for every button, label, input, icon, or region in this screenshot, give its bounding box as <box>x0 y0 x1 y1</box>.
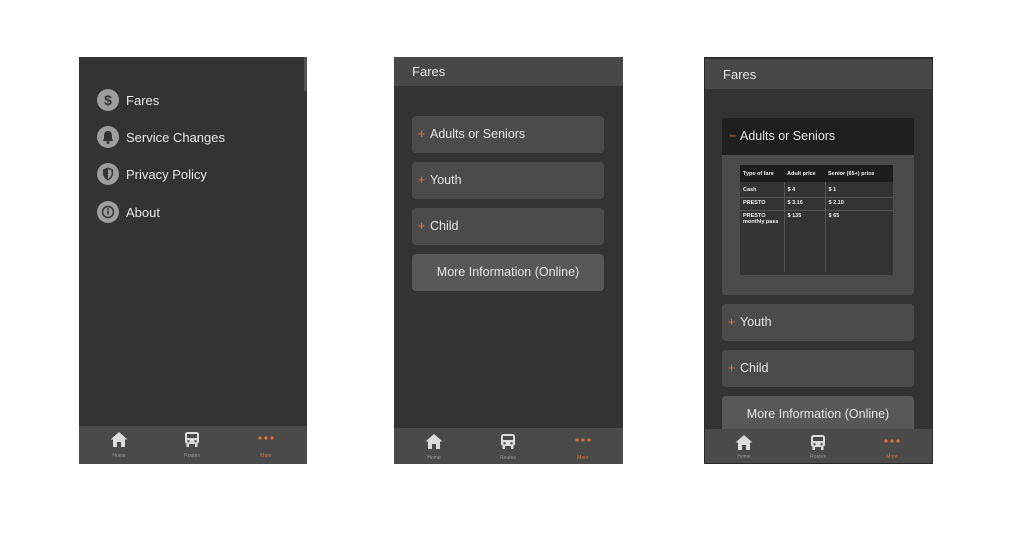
menu-item-label: Service Changes <box>126 130 225 145</box>
fares-table: Type of fare Adult price Senior (65+) pr… <box>740 165 893 272</box>
column-header: Type of fare <box>740 165 784 182</box>
tab-more-label: More <box>577 455 589 461</box>
more-dots-icon <box>575 438 591 442</box>
accordion-header[interactable]: − Adults or Seniors <box>722 118 914 155</box>
tab-routes-label: Routes <box>810 454 826 460</box>
tab-home-label: Home <box>427 455 441 461</box>
tab-home-label: Home <box>737 454 751 460</box>
table-cell: $ 65 <box>828 213 840 219</box>
fares-expanded-screen: Fares − Adults or Seniors Type of fare A… <box>704 57 933 464</box>
accordion-adults-or-seniors[interactable]: + Adults or Seniors <box>412 116 604 153</box>
more-information-button[interactable]: More Information (Online) <box>722 396 914 433</box>
tab-routes[interactable]: Routes <box>788 429 848 463</box>
table-row: PRESTO $ 3.16 $ 2.10 <box>740 197 893 211</box>
menu-item-label: Fares <box>126 93 160 108</box>
column-header: Adult price <box>784 165 825 182</box>
expand-plus-icon: + <box>728 361 736 375</box>
accordion-label: Adults or Seniors <box>740 129 836 143</box>
more-menu-screen: $ Fares Service Changes Privacy Policy A… <box>79 57 307 464</box>
table-cell: $ 4 <box>784 182 826 198</box>
dollar-icon: $ <box>97 89 119 111</box>
tab-routes-label: Routes <box>500 455 516 461</box>
expand-plus-icon: + <box>418 173 426 187</box>
fares-screen: Fares + Adults or Seniors + Youth + Chil… <box>394 57 623 464</box>
shield-icon <box>97 163 119 185</box>
accordion-child[interactable]: + Child <box>722 350 914 387</box>
accordion-youth[interactable]: + Youth <box>412 162 604 199</box>
expand-plus-icon: + <box>728 315 736 329</box>
table-cell: Cash <box>740 182 785 198</box>
table-cell: $ 3.16 <box>784 197 826 211</box>
tab-more-label: More <box>260 453 272 459</box>
menu-item-label: About <box>126 205 160 220</box>
tab-home[interactable]: Home <box>89 426 149 463</box>
bus-icon <box>501 434 515 449</box>
expand-plus-icon: + <box>418 127 426 141</box>
table-cell: PRESTO monthly pass <box>740 210 785 272</box>
tab-home[interactable]: Home <box>404 428 464 464</box>
accordion-label: Adults or Seniors <box>430 127 526 141</box>
accordion-label: Youth <box>740 315 772 329</box>
accordion-adults-or-seniors-expanded: − Adults or Seniors Type of fare Adult p… <box>722 118 914 295</box>
home-icon <box>425 434 443 449</box>
home-icon <box>735 435 753 450</box>
tab-routes[interactable]: Routes <box>162 426 222 463</box>
expand-plus-icon: + <box>418 219 426 233</box>
tab-more-label: More <box>886 454 898 460</box>
page-title: Fares <box>412 64 446 79</box>
tab-routes-label: Routes <box>184 453 200 459</box>
tab-more[interactable]: More <box>553 428 613 464</box>
more-dots-icon <box>258 436 274 440</box>
bus-icon <box>811 435 825 450</box>
home-icon <box>110 432 128 447</box>
app-bar: Fares <box>394 57 623 86</box>
tab-more[interactable]: More <box>862 429 922 463</box>
accordion-child[interactable]: + Child <box>412 208 604 245</box>
bottom-tab-bar: Home Routes More <box>79 426 307 464</box>
table-cell: $ 2.10 <box>825 197 893 211</box>
column-header: Senior (65+) price <box>825 165 893 182</box>
accordion-label: Child <box>430 219 459 233</box>
more-information-label: More Information (Online) <box>746 407 890 421</box>
bottom-tab-bar: Home Routes More <box>705 429 932 463</box>
tab-routes[interactable]: Routes <box>478 428 538 464</box>
table-cell: $ 1 <box>825 182 893 198</box>
bottom-tab-bar: Home Routes More <box>394 428 623 464</box>
tab-home[interactable]: Home <box>714 429 774 463</box>
scrollbar[interactable] <box>304 57 307 91</box>
accordion-youth[interactable]: + Youth <box>722 304 914 341</box>
tab-home-label: Home <box>112 453 126 459</box>
tab-more[interactable]: More <box>236 426 296 463</box>
table-cell: $ 135 <box>784 210 826 272</box>
svg-text:$: $ <box>104 92 112 108</box>
fares-table-panel: Type of fare Adult price Senior (65+) pr… <box>740 165 893 275</box>
table-row: Cash $ 4 $ 1 <box>740 182 893 198</box>
info-icon <box>97 201 119 223</box>
collapse-minus-icon: − <box>729 129 737 143</box>
bus-icon <box>185 432 199 447</box>
more-information-label: More Information (Online) <box>436 265 580 279</box>
more-dots-icon <box>884 439 900 443</box>
menu-item-label: Privacy Policy <box>126 167 207 182</box>
accordion-label: Child <box>740 361 769 375</box>
page-title: Fares <box>723 67 757 82</box>
table-header-row: Type of fare Adult price Senior (65+) pr… <box>740 165 893 182</box>
app-bar: Fares <box>705 59 932 89</box>
table-cell: PRESTO <box>740 197 785 211</box>
bell-icon <box>97 126 119 148</box>
table-row: PRESTO monthly pass $ 135 $ 65 <box>740 210 893 272</box>
more-information-button[interactable]: More Information (Online) <box>412 254 604 291</box>
accordion-label: Youth <box>430 173 462 187</box>
